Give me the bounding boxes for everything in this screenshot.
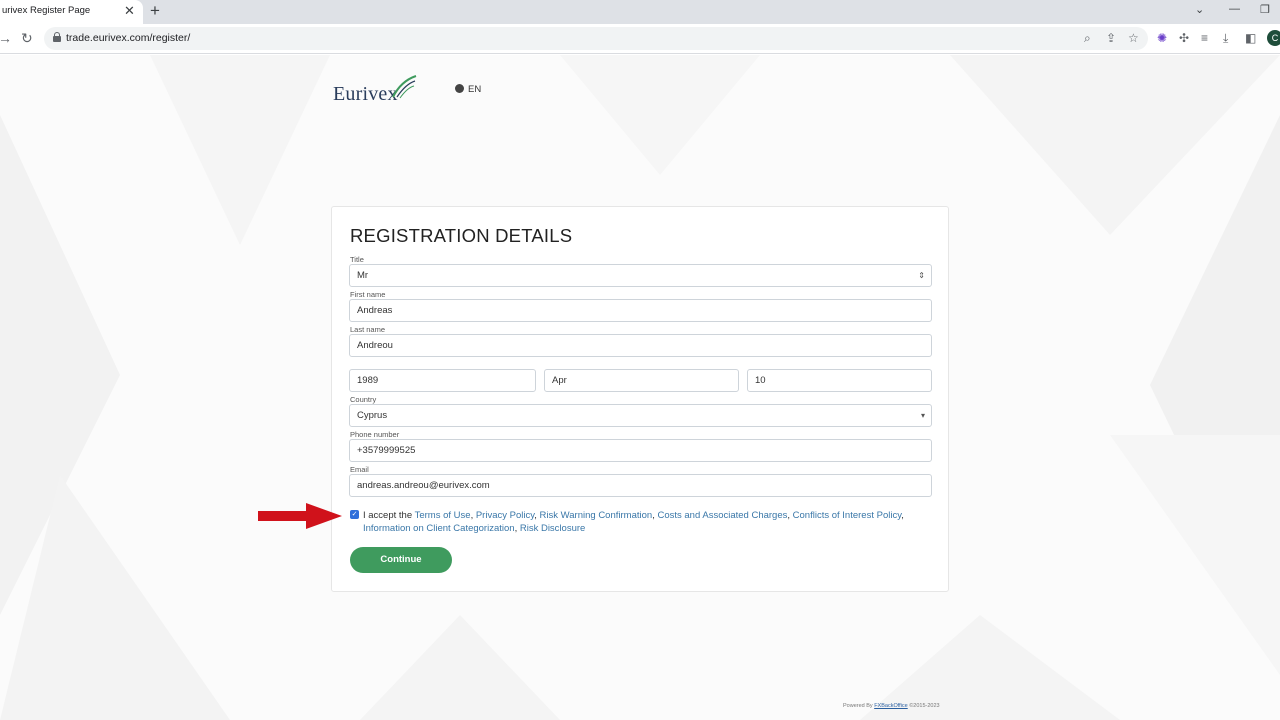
page-body: Eurivex EN REGISTRATION DETAILS Title Mr… bbox=[0, 55, 1280, 720]
country-select-value: Cyprus bbox=[357, 410, 388, 421]
language-label: EN bbox=[468, 84, 482, 95]
last-name-field[interactable]: Andreou bbox=[349, 334, 932, 357]
risk-disclosure-link[interactable]: Risk Disclosure bbox=[520, 523, 585, 534]
country-select[interactable]: Cyprus ▾ bbox=[349, 404, 932, 427]
browser-tabstrip: urivex Register Page ✕ + ⌄ — ❐ bbox=[0, 0, 1280, 24]
dob-year-field[interactable]: 1989 bbox=[349, 369, 536, 392]
globe-icon bbox=[455, 84, 464, 93]
phone-field[interactable]: +3579999525 bbox=[349, 439, 932, 462]
side-panel-icon[interactable]: ◧ bbox=[1245, 31, 1256, 45]
red-arrow-annotation-icon bbox=[258, 503, 342, 529]
forward-icon[interactable]: → bbox=[0, 30, 12, 46]
first-name-value: Andreas bbox=[357, 305, 393, 316]
accept-terms-checkbox[interactable]: ✓ bbox=[350, 510, 359, 519]
terms-of-use-link[interactable]: Terms of Use bbox=[415, 510, 471, 521]
bookmark-star-icon[interactable]: ☆ bbox=[1128, 31, 1139, 45]
language-selector[interactable]: EN bbox=[455, 84, 481, 95]
lock-icon bbox=[53, 32, 61, 42]
eurivex-logo[interactable]: Eurivex bbox=[333, 75, 433, 105]
terms-text: I accept the Terms of Use, Privacy Polic… bbox=[363, 510, 904, 534]
first-name-label: First name bbox=[350, 290, 386, 299]
new-tab-button[interactable]: + bbox=[150, 2, 160, 20]
updown-arrows-icon: ⇕ bbox=[918, 271, 925, 280]
dob-month-field[interactable]: Apr bbox=[544, 369, 739, 392]
profile-avatar[interactable]: C bbox=[1267, 30, 1280, 46]
fxbackoffice-link[interactable]: FXBackOffice bbox=[874, 703, 908, 709]
minimize-icon[interactable]: — bbox=[1229, 3, 1240, 15]
media-icon[interactable]: ≡ bbox=[1201, 31, 1208, 45]
caret-down-icon: ▾ bbox=[920, 411, 925, 420]
dob-day-value: 10 bbox=[755, 375, 766, 386]
phone-value: +3579999525 bbox=[357, 445, 416, 456]
last-name-value: Andreou bbox=[357, 340, 393, 351]
logo-swoosh-icon bbox=[392, 75, 417, 99]
title-select-value: Mr bbox=[357, 270, 369, 281]
title-select[interactable]: Mr ⇕ bbox=[349, 264, 932, 287]
continue-button[interactable]: Continue bbox=[350, 547, 452, 573]
browser-tab[interactable]: urivex Register Page ✕ bbox=[0, 0, 143, 24]
email-value: andreas.andreou@eurivex.com bbox=[357, 480, 490, 491]
extension-gear-icon[interactable]: ✺ bbox=[1157, 31, 1167, 45]
client-categorization-link[interactable]: Information on Client Categorization bbox=[363, 523, 515, 534]
tab-title: urivex Register Page bbox=[2, 5, 91, 16]
country-label: Country bbox=[350, 395, 377, 404]
download-icon[interactable]: ⤓ bbox=[1223, 31, 1228, 45]
footer-powered-by: Powered By bbox=[843, 703, 875, 709]
dob-day-field[interactable]: 10 bbox=[747, 369, 932, 392]
phone-label: Phone number bbox=[350, 430, 400, 439]
footer: Powered By FXBackOffice ©2015-2023 bbox=[843, 703, 940, 709]
page-title: REGISTRATION DETAILS bbox=[350, 225, 573, 246]
tab-search-icon[interactable]: ⌄ bbox=[1195, 3, 1204, 16]
privacy-policy-link[interactable]: Privacy Policy bbox=[476, 510, 534, 521]
url-text: trade.eurivex.com/register/ bbox=[66, 32, 191, 44]
terms-prefix: I accept the bbox=[363, 510, 415, 521]
share-icon[interactable]: ⇪ bbox=[1106, 31, 1116, 45]
first-name-field[interactable]: Andreas bbox=[349, 299, 932, 322]
restore-icon[interactable]: ❐ bbox=[1260, 3, 1270, 16]
reload-icon[interactable]: ↻ bbox=[21, 30, 33, 46]
last-name-label: Last name bbox=[350, 325, 386, 334]
email-label: Email bbox=[350, 465, 369, 474]
extensions-puzzle-icon[interactable]: ✣ bbox=[1179, 31, 1189, 45]
dob-year-value: 1989 bbox=[357, 375, 379, 386]
browser-toolbar: → ↻ trade.eurivex.com/register/ ⌕ ⇪ ☆ ✺ … bbox=[0, 24, 1280, 54]
tab-close-icon[interactable]: ✕ bbox=[124, 3, 135, 19]
footer-copyright: ©2015-2023 bbox=[907, 703, 940, 709]
logo-text: Eurivex bbox=[333, 83, 398, 105]
title-label: Title bbox=[350, 255, 364, 264]
costs-charges-link[interactable]: Costs and Associated Charges bbox=[657, 510, 787, 521]
risk-warning-link[interactable]: Risk Warning Confirmation bbox=[540, 510, 653, 521]
dob-month-value: Apr bbox=[552, 375, 567, 386]
zoom-icon[interactable]: ⌕ bbox=[1084, 31, 1091, 45]
conflicts-policy-link[interactable]: Conflicts of Interest Policy bbox=[793, 510, 902, 521]
address-bar[interactable]: trade.eurivex.com/register/ ⌕ ⇪ ☆ bbox=[44, 27, 1148, 50]
email-field[interactable]: andreas.andreou@eurivex.com bbox=[349, 474, 932, 497]
registration-card: REGISTRATION DETAILS Title Mr ⇕ First na… bbox=[331, 206, 949, 592]
